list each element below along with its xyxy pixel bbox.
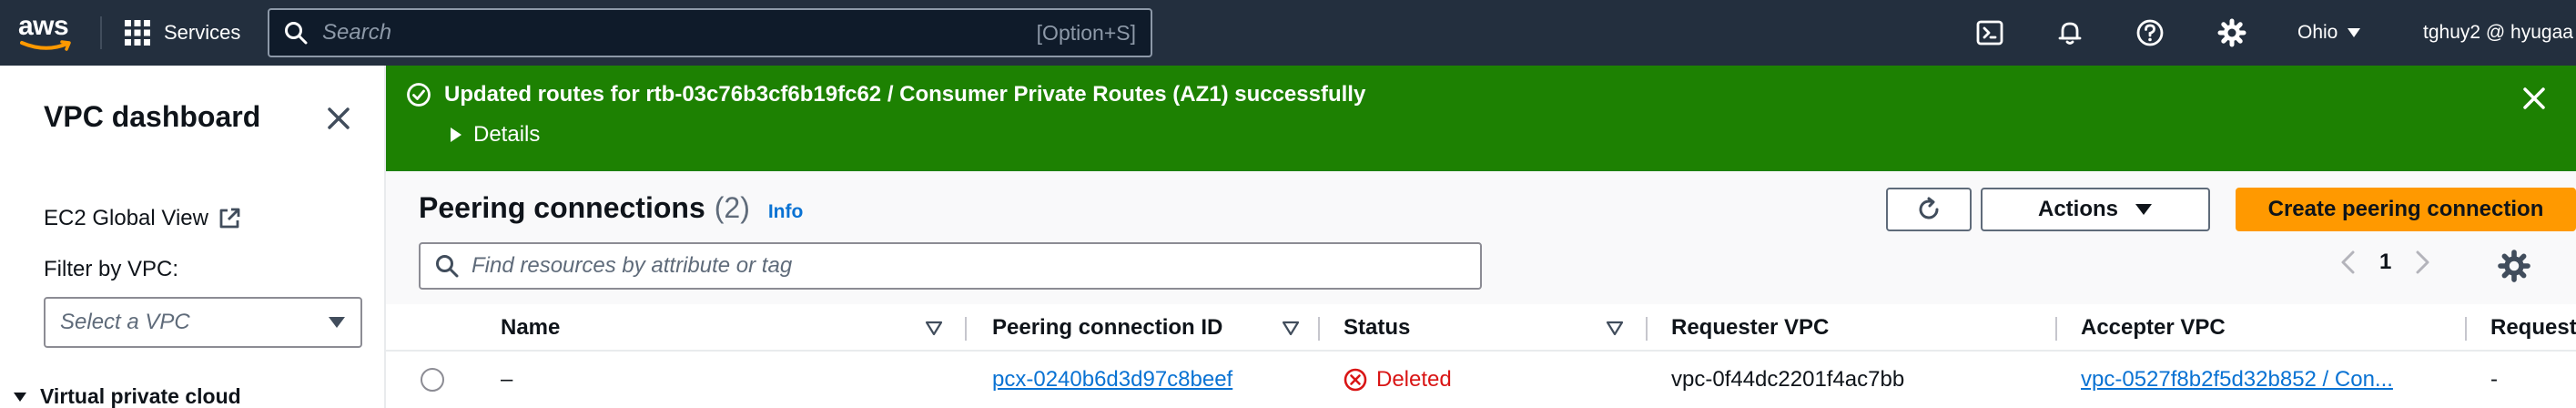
column-divider[interactable]	[2055, 317, 2057, 341]
page-number[interactable]: 1	[2379, 250, 2391, 275]
filter-placeholder: Find resources by attribute or tag	[472, 253, 793, 278]
settings-gear-icon[interactable]	[2216, 16, 2248, 49]
row-select-radio[interactable]	[421, 368, 444, 392]
caret-down-icon	[2135, 204, 2152, 215]
pagination: 1	[2339, 250, 2431, 275]
peering-connections-panel: Peering connections (2) Info Actions Cre…	[386, 171, 2576, 408]
aws-logo[interactable]: aws	[18, 11, 78, 55]
status-indicator: Deleted	[1344, 367, 1452, 393]
column-header-name[interactable]: Name	[501, 304, 560, 352]
aws-logo-text: aws	[18, 11, 69, 41]
grid-icon	[125, 20, 150, 46]
column-divider[interactable]	[1318, 317, 1320, 341]
peering-id-link[interactable]: pcx-0240b6d3d97c8beef	[992, 367, 1232, 393]
info-link[interactable]: Info	[768, 201, 803, 223]
vpc-filter-select[interactable]: Select a VPC	[44, 297, 362, 348]
account-menu[interactable]: tghuy2 @ hyugaa	[2423, 16, 2573, 49]
refresh-icon	[1919, 197, 1939, 219]
flash-message: Updated routes for rtb-03c76b3cf6b19fc62…	[406, 82, 1365, 107]
close-icon[interactable]	[322, 102, 355, 135]
refresh-button[interactable]	[1886, 188, 1972, 231]
cell-status: Deleted	[1344, 352, 1452, 408]
sort-caret-icon[interactable]	[1604, 317, 1626, 339]
services-menu-button[interactable]: Services	[124, 15, 240, 51]
search-icon	[285, 22, 308, 45]
top-navigation: aws Services Search [Option+S] Ohio tghu…	[0, 0, 2576, 66]
account-label: tghuy2 @ hyugaa	[2423, 22, 2573, 43]
column-header-peering-id[interactable]: Peering connection ID	[992, 304, 1222, 352]
sidebar-section-label: Virtual private cloud	[40, 384, 241, 408]
accepter-vpc-link[interactable]: vpc-0527f8b2f5d32b852 / Con...	[2081, 367, 2393, 393]
cell-requester-extra: -	[2490, 367, 2498, 392]
actions-label: Actions	[2037, 197, 2118, 221]
page-title-text: Peering connections	[419, 191, 705, 224]
column-header-accepter-vpc[interactable]: Accepter VPC	[2081, 304, 2226, 352]
dismiss-icon[interactable]	[2518, 82, 2551, 115]
column-divider[interactable]	[965, 317, 967, 341]
sidebar: VPC dashboard EC2 Global View Filter by …	[0, 66, 386, 408]
actions-dropdown-button[interactable]: Actions	[1981, 188, 2210, 231]
sidebar-title: VPC dashboard	[44, 100, 261, 133]
services-label: Services	[164, 21, 241, 44]
cell-peering-id: pcx-0240b6d3d97c8beef	[992, 352, 1232, 408]
help-icon[interactable]	[2134, 16, 2166, 49]
flash-details-toggle[interactable]: Details	[450, 122, 540, 148]
column-divider[interactable]	[2465, 317, 2467, 341]
table-header: Name Peering connection ID Status Reques…	[386, 304, 2576, 352]
caret-down-icon	[329, 317, 345, 328]
flash-message-text: Updated routes for rtb-03c76b3cf6b19fc62…	[444, 82, 1366, 107]
region-selector[interactable]: Ohio	[2297, 16, 2361, 49]
search-icon	[436, 255, 459, 278]
chevron-right-icon[interactable]	[2415, 250, 2431, 275]
external-link-icon	[219, 208, 240, 229]
sort-caret-icon[interactable]	[1280, 317, 1302, 339]
cell-name: –	[501, 367, 513, 392]
caret-down-icon	[2348, 28, 2361, 37]
check-circle-icon	[407, 83, 431, 107]
sort-caret-icon[interactable]	[923, 317, 945, 339]
ec2-global-view-link[interactable]: EC2 Global View	[44, 206, 241, 231]
region-label: Ohio	[2297, 22, 2338, 43]
column-header-status[interactable]: Status	[1344, 304, 1410, 352]
nav-divider	[100, 16, 102, 49]
create-peering-connection-label: Create peering connection	[2267, 197, 2544, 221]
error-circle-icon	[1344, 368, 1367, 392]
caret-down-icon	[14, 392, 26, 402]
table-row[interactable]: – pcx-0240b6d3d97c8beef Deleted vpc-0f44…	[386, 352, 2576, 408]
ec2-global-view-label: EC2 Global View	[44, 206, 208, 230]
status-text: Deleted	[1376, 367, 1452, 392]
cell-requester-vpc: vpc-0f44dc2201f4ac7bb	[1671, 367, 1905, 392]
aws-smile-icon	[20, 40, 71, 51]
search-shortcut-hint: [Option+S]	[1036, 20, 1136, 45]
cell-accepter-vpc: vpc-0527f8b2f5d32b852 / Con...	[2081, 352, 2393, 408]
column-divider[interactable]	[1646, 317, 1648, 341]
create-peering-connection-button[interactable]: Create peering connection	[2236, 188, 2576, 231]
flash-details-label: Details	[473, 122, 541, 147]
success-flash-banner: Updated routes for rtb-03c76b3cf6b19fc62…	[386, 66, 2576, 171]
cloudshell-icon[interactable]	[1973, 16, 2006, 49]
search-placeholder: Search	[322, 20, 392, 45]
filter-by-vpc-label: Filter by VPC:	[44, 257, 179, 281]
resource-count: (2)	[714, 191, 750, 224]
chevron-left-icon[interactable]	[2339, 250, 2356, 275]
sidebar-section-virtual-private-cloud[interactable]: Virtual private cloud	[13, 384, 241, 408]
notifications-bell-icon[interactable]	[2054, 16, 2086, 49]
column-header-requester-truncated[interactable]: Request	[2490, 304, 2576, 352]
page-title: Peering connections (2) Info	[419, 191, 803, 225]
column-header-requester-vpc[interactable]: Requester VPC	[1671, 304, 1829, 352]
table-preferences-gear-icon[interactable]	[2496, 248, 2532, 284]
global-search-input[interactable]: Search [Option+S]	[268, 8, 1152, 57]
vpc-select-placeholder: Select a VPC	[60, 310, 190, 334]
resource-filter-input[interactable]: Find resources by attribute or tag	[419, 242, 1482, 290]
caret-right-icon	[451, 128, 461, 142]
